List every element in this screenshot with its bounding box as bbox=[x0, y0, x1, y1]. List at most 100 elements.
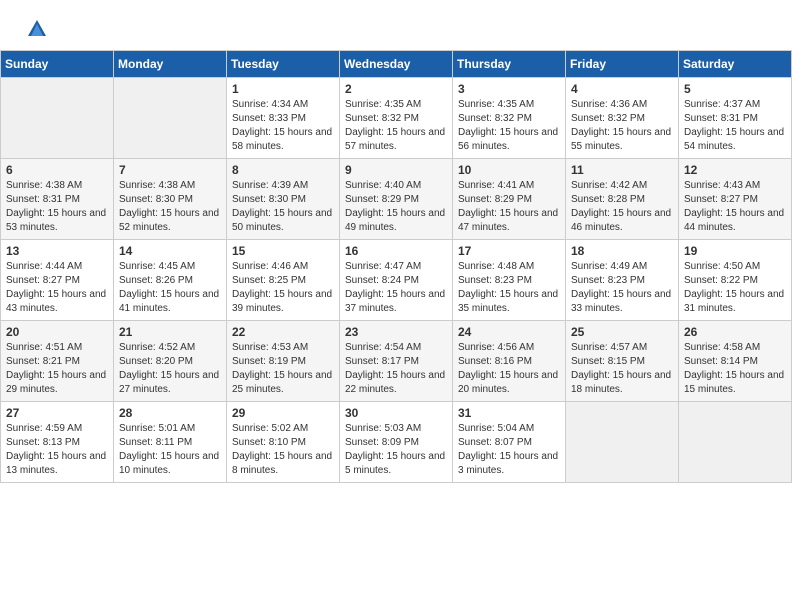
calendar-cell: 7 Sunrise: 4:38 AM Sunset: 8:30 PM Daylig… bbox=[114, 159, 227, 240]
day-info: Sunrise: 4:50 AM Sunset: 8:22 PM Dayligh… bbox=[684, 260, 786, 316]
day-info: Sunrise: 4:39 AM Sunset: 8:30 PM Dayligh… bbox=[232, 179, 334, 235]
day-info: Sunrise: 4:53 AM Sunset: 8:19 PM Dayligh… bbox=[232, 341, 334, 397]
calendar-cell: 19 Sunrise: 4:50 AM Sunset: 8:22 PM Dayli… bbox=[679, 240, 792, 321]
calendar-cell bbox=[679, 402, 792, 483]
day-number: 25 bbox=[571, 325, 673, 339]
day-info: Sunrise: 5:04 AM Sunset: 8:07 PM Dayligh… bbox=[458, 422, 560, 478]
day-number: 24 bbox=[458, 325, 560, 339]
day-info: Sunrise: 4:51 AM Sunset: 8:21 PM Dayligh… bbox=[6, 341, 108, 397]
calendar-cell: 28 Sunrise: 5:01 AM Sunset: 8:11 PM Dayli… bbox=[114, 402, 227, 483]
day-number: 15 bbox=[232, 244, 334, 258]
day-number: 21 bbox=[119, 325, 221, 339]
day-info: Sunrise: 4:42 AM Sunset: 8:28 PM Dayligh… bbox=[571, 179, 673, 235]
day-of-week-header: Tuesday bbox=[227, 51, 340, 78]
calendar-cell: 6 Sunrise: 4:38 AM Sunset: 8:31 PM Daylig… bbox=[1, 159, 114, 240]
calendar-cell: 27 Sunrise: 4:59 AM Sunset: 8:13 PM Dayli… bbox=[1, 402, 114, 483]
calendar-cell: 31Sunrise: 5:04 AM Sunset: 8:07 PM Dayli… bbox=[453, 402, 566, 483]
calendar-cell: 30Sunrise: 5:03 AM Sunset: 8:09 PM Dayli… bbox=[340, 402, 453, 483]
day-info: Sunrise: 4:37 AM Sunset: 8:31 PM Dayligh… bbox=[684, 98, 786, 154]
calendar-cell: 24 Sunrise: 4:56 AM Sunset: 8:16 PM Dayli… bbox=[453, 321, 566, 402]
day-info: Sunrise: 4:36 AM Sunset: 8:32 PM Dayligh… bbox=[571, 98, 673, 154]
logo-icon bbox=[26, 18, 48, 40]
day-info: Sunrise: 4:49 AM Sunset: 8:23 PM Dayligh… bbox=[571, 260, 673, 316]
day-of-week-header: Thursday bbox=[453, 51, 566, 78]
day-number: 16 bbox=[345, 244, 447, 258]
day-info: Sunrise: 4:38 AM Sunset: 8:30 PM Dayligh… bbox=[119, 179, 221, 235]
day-number: 20 bbox=[6, 325, 108, 339]
calendar-cell: 9Sunrise: 4:40 AM Sunset: 8:29 PM Daylig… bbox=[340, 159, 453, 240]
calendar-cell: 5 Sunrise: 4:37 AM Sunset: 8:31 PM Daylig… bbox=[679, 78, 792, 159]
calendar-cell: 3 Sunrise: 4:35 AM Sunset: 8:32 PM Daylig… bbox=[453, 78, 566, 159]
calendar-cell: 18 Sunrise: 4:49 AM Sunset: 8:23 PM Dayli… bbox=[566, 240, 679, 321]
day-number: 2 bbox=[345, 82, 447, 96]
calendar-header: SundayMondayTuesdayWednesdayThursdayFrid… bbox=[1, 51, 792, 78]
calendar-cell: 17 Sunrise: 4:48 AM Sunset: 8:23 PM Dayli… bbox=[453, 240, 566, 321]
day-number: 14 bbox=[119, 244, 221, 258]
day-number: 6 bbox=[6, 163, 108, 177]
day-info: Sunrise: 4:41 AM Sunset: 8:29 PM Dayligh… bbox=[458, 179, 560, 235]
day-info: Sunrise: 4:35 AM Sunset: 8:32 PM Dayligh… bbox=[458, 98, 560, 154]
day-info: Sunrise: 4:59 AM Sunset: 8:13 PM Dayligh… bbox=[6, 422, 108, 478]
calendar-table: SundayMondayTuesdayWednesdayThursdayFrid… bbox=[0, 50, 792, 483]
day-of-week-header: Friday bbox=[566, 51, 679, 78]
day-number: 29 bbox=[232, 406, 334, 420]
day-info: Sunrise: 4:40 AM Sunset: 8:29 PM Dayligh… bbox=[345, 179, 447, 235]
day-number: 3 bbox=[458, 82, 560, 96]
calendar-week-row: 13Sunrise: 4:44 AM Sunset: 8:27 PM Dayli… bbox=[1, 240, 792, 321]
calendar-cell: 22 Sunrise: 4:53 AM Sunset: 8:19 PM Dayli… bbox=[227, 321, 340, 402]
calendar-cell: 11Sunrise: 4:42 AM Sunset: 8:28 PM Dayli… bbox=[566, 159, 679, 240]
calendar-cell: 26 Sunrise: 4:58 AM Sunset: 8:14 PM Dayli… bbox=[679, 321, 792, 402]
day-info: Sunrise: 4:48 AM Sunset: 8:23 PM Dayligh… bbox=[458, 260, 560, 316]
day-info: Sunrise: 4:44 AM Sunset: 8:27 PM Dayligh… bbox=[6, 260, 108, 316]
day-number: 22 bbox=[232, 325, 334, 339]
calendar-week-row: 27 Sunrise: 4:59 AM Sunset: 8:13 PM Dayli… bbox=[1, 402, 792, 483]
day-info: Sunrise: 4:54 AM Sunset: 8:17 PM Dayligh… bbox=[345, 341, 447, 397]
calendar-cell bbox=[1, 78, 114, 159]
day-info: Sunrise: 4:46 AM Sunset: 8:25 PM Dayligh… bbox=[232, 260, 334, 316]
day-info: Sunrise: 5:01 AM Sunset: 8:11 PM Dayligh… bbox=[119, 422, 221, 478]
day-number: 10 bbox=[458, 163, 560, 177]
day-number: 4 bbox=[571, 82, 673, 96]
calendar-cell bbox=[114, 78, 227, 159]
day-number: 27 bbox=[6, 406, 108, 420]
day-info: Sunrise: 4:47 AM Sunset: 8:24 PM Dayligh… bbox=[345, 260, 447, 316]
day-info: Sunrise: 4:57 AM Sunset: 8:15 PM Dayligh… bbox=[571, 341, 673, 397]
calendar-cell: 1Sunrise: 4:34 AM Sunset: 8:33 PM Daylig… bbox=[227, 78, 340, 159]
day-info: Sunrise: 4:52 AM Sunset: 8:20 PM Dayligh… bbox=[119, 341, 221, 397]
day-info: Sunrise: 4:35 AM Sunset: 8:32 PM Dayligh… bbox=[345, 98, 447, 154]
day-info: Sunrise: 5:02 AM Sunset: 8:10 PM Dayligh… bbox=[232, 422, 334, 478]
day-number: 12 bbox=[684, 163, 786, 177]
day-number: 26 bbox=[684, 325, 786, 339]
calendar-cell: 29 Sunrise: 5:02 AM Sunset: 8:10 PM Dayli… bbox=[227, 402, 340, 483]
days-of-week-row: SundayMondayTuesdayWednesdayThursdayFrid… bbox=[1, 51, 792, 78]
day-number: 7 bbox=[119, 163, 221, 177]
day-info: Sunrise: 4:43 AM Sunset: 8:27 PM Dayligh… bbox=[684, 179, 786, 235]
day-number: 5 bbox=[684, 82, 786, 96]
calendar-cell: 2 Sunrise: 4:35 AM Sunset: 8:32 PM Daylig… bbox=[340, 78, 453, 159]
calendar-cell: 13Sunrise: 4:44 AM Sunset: 8:27 PM Dayli… bbox=[1, 240, 114, 321]
day-of-week-header: Saturday bbox=[679, 51, 792, 78]
day-number: 28 bbox=[119, 406, 221, 420]
calendar-cell bbox=[566, 402, 679, 483]
day-number: 17 bbox=[458, 244, 560, 258]
day-info: Sunrise: 4:45 AM Sunset: 8:26 PM Dayligh… bbox=[119, 260, 221, 316]
calendar-cell: 25 Sunrise: 4:57 AM Sunset: 8:15 PM Dayli… bbox=[566, 321, 679, 402]
day-of-week-header: Sunday bbox=[1, 51, 114, 78]
calendar-week-row: 6 Sunrise: 4:38 AM Sunset: 8:31 PM Daylig… bbox=[1, 159, 792, 240]
day-number: 18 bbox=[571, 244, 673, 258]
calendar-cell: 16 Sunrise: 4:47 AM Sunset: 8:24 PM Dayli… bbox=[340, 240, 453, 321]
calendar-cell: 8 Sunrise: 4:39 AM Sunset: 8:30 PM Daylig… bbox=[227, 159, 340, 240]
page-header bbox=[0, 0, 792, 46]
calendar-cell: 10 Sunrise: 4:41 AM Sunset: 8:29 PM Dayli… bbox=[453, 159, 566, 240]
day-number: 8 bbox=[232, 163, 334, 177]
day-info: Sunrise: 5:03 AM Sunset: 8:09 PM Dayligh… bbox=[345, 422, 447, 478]
day-info: Sunrise: 4:38 AM Sunset: 8:31 PM Dayligh… bbox=[6, 179, 108, 235]
calendar-cell: 14 Sunrise: 4:45 AM Sunset: 8:26 PM Dayli… bbox=[114, 240, 227, 321]
calendar-cell: 12 Sunrise: 4:43 AM Sunset: 8:27 PM Dayli… bbox=[679, 159, 792, 240]
day-info: Sunrise: 4:56 AM Sunset: 8:16 PM Dayligh… bbox=[458, 341, 560, 397]
calendar-body: 1Sunrise: 4:34 AM Sunset: 8:33 PM Daylig… bbox=[1, 78, 792, 483]
day-info: Sunrise: 4:58 AM Sunset: 8:14 PM Dayligh… bbox=[684, 341, 786, 397]
day-of-week-header: Wednesday bbox=[340, 51, 453, 78]
day-number: 19 bbox=[684, 244, 786, 258]
calendar-week-row: 20 Sunrise: 4:51 AM Sunset: 8:21 PM Dayli… bbox=[1, 321, 792, 402]
